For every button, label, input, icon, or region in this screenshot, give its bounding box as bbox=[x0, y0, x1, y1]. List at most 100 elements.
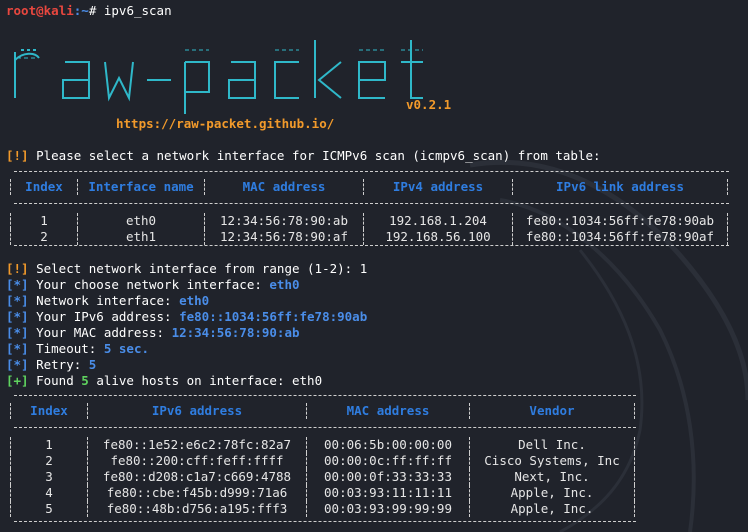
log-line: [*] Your IPv6 address: fe80::1034:56ff:f… bbox=[6, 309, 367, 325]
table-row: 1 fe80::1e52:e6c2:78fc:82a7 00:06:5b:00:… bbox=[10, 437, 635, 453]
prompt-line: root@kali:~# ipv6_scan bbox=[6, 3, 746, 19]
col-header-index: Index bbox=[10, 179, 78, 195]
select-interface-message: [!] Please select a network interface fo… bbox=[6, 148, 601, 164]
log-tag: [+] bbox=[6, 373, 29, 388]
prompt-command: ipv6_scan bbox=[96, 3, 172, 18]
log-line: [*] Network interface: eth0 bbox=[6, 293, 367, 309]
cell-vendor: Next, Inc. bbox=[469, 469, 635, 485]
cell-index: 1 bbox=[10, 213, 78, 229]
log-value: eth0 bbox=[179, 293, 210, 308]
log-tag: [*] bbox=[6, 293, 29, 308]
col-header-ipv6: IPv6 link address bbox=[512, 179, 728, 195]
cell-ipv6: fe80::1034:56ff:fe78:90af bbox=[512, 229, 728, 245]
log-text: Found bbox=[28, 373, 82, 388]
log-tag: [*] bbox=[6, 277, 29, 292]
log-text: Timeout: bbox=[28, 341, 104, 356]
log-tag: [!] bbox=[6, 261, 29, 276]
interface-table-header: Index Interface name MAC address IPv4 ad… bbox=[10, 179, 728, 195]
prompt-path: :~ bbox=[73, 3, 89, 18]
log-text: Select network interface from range (1-2… bbox=[28, 261, 368, 276]
log-line: [!] Select network interface from range … bbox=[6, 261, 367, 277]
log-tag: [*] bbox=[6, 309, 29, 324]
log-text: alive hosts on interface: bbox=[88, 373, 292, 388]
col-header-index: Index bbox=[10, 403, 88, 419]
cell-mac: 00:00:0f:33:33:33 bbox=[306, 469, 470, 485]
log-value: 12:34:56:78:90:ab bbox=[171, 325, 300, 340]
project-url: https://raw-packet.github.io/ bbox=[116, 116, 335, 131]
cell-vendor: Apple, Inc. bbox=[469, 501, 635, 517]
cell-ipv6: fe80::d208:c1a7:c669:4788 bbox=[87, 469, 307, 485]
prompt-user: root bbox=[6, 3, 37, 18]
cell-vendor: Apple, Inc. bbox=[469, 485, 635, 501]
col-header-interface: Interface name bbox=[77, 179, 205, 195]
log-lines: [!] Select network interface from range … bbox=[6, 261, 367, 389]
log-value: eth0 bbox=[269, 277, 300, 292]
cell-vendor: Dell Inc. bbox=[469, 437, 635, 453]
prompt-at: @ bbox=[36, 3, 44, 18]
col-header-mac: MAC address bbox=[306, 403, 470, 419]
log-line: [*] Your MAC address: 12:34:56:78:90:ab bbox=[6, 325, 367, 341]
cell-ipv4: 192.168.56.100 bbox=[363, 229, 513, 245]
cell-ipv6: fe80::48b:d756:a195:fff3 bbox=[87, 501, 307, 517]
cell-mac: 00:06:5b:00:00:00 bbox=[306, 437, 470, 453]
version-label: v0.2.1 bbox=[406, 97, 452, 112]
table-row: 1 eth0 12:34:56:78:90:ab 192.168.1.204 f… bbox=[10, 213, 728, 229]
log-text: Your choose network interface: bbox=[28, 277, 270, 292]
log-tag: [*] bbox=[6, 341, 29, 356]
log-value: 5 bbox=[81, 373, 89, 388]
log-line: [+] Found 5 alive hosts on interface: et… bbox=[6, 373, 367, 389]
cell-mac: 00:03:93:11:11:11 bbox=[306, 485, 470, 501]
cell-index: 3 bbox=[10, 469, 88, 485]
log-tag: [*] bbox=[6, 357, 29, 372]
cell-mac: 00:00:0c:ff:ff:ff bbox=[306, 453, 470, 469]
interface-table: Index Interface name MAC address IPv4 ad… bbox=[10, 179, 728, 245]
terminal-output: root@kali:~# ipv6_scan v0.2.1 https://ra… bbox=[6, 0, 746, 522]
log-text: Your MAC address: bbox=[28, 325, 172, 340]
select-msg-text: Please select a network interface for IC… bbox=[28, 148, 601, 163]
cell-ipv4: 192.168.1.204 bbox=[363, 213, 513, 229]
cell-index: 4 bbox=[10, 485, 88, 501]
prompt-host: kali bbox=[43, 3, 74, 18]
cell-mac: 12:34:56:78:90:ab bbox=[204, 213, 364, 229]
table-row: 2 eth1 12:34:56:78:90:af 192.168.56.100 … bbox=[10, 229, 728, 245]
cell-vendor: Cisco Systems, Inc bbox=[469, 453, 635, 469]
log-line: [*] Your choose network interface: eth0 bbox=[6, 277, 367, 293]
table1-top-rule bbox=[14, 171, 729, 172]
table-row: 4 fe80::cbe:f45b:d999:71a6 00:03:93:11:1… bbox=[10, 485, 635, 501]
log-line: [*] Retry: 5 bbox=[6, 357, 367, 373]
log-value: 5 sec. bbox=[103, 341, 149, 356]
cell-ipv6: fe80::1034:56ff:fe78:90ab bbox=[512, 213, 728, 229]
log-text: Network interface: bbox=[28, 293, 180, 308]
cell-ipv6: fe80::1e52:e6c2:78fc:82a7 bbox=[87, 437, 307, 453]
table2-top-rule bbox=[14, 395, 636, 396]
log-line: [*] Timeout: 5 sec. bbox=[6, 341, 367, 357]
table-row: 2 fe80::200:cff:feff:ffff 00:00:0c:ff:ff… bbox=[10, 453, 635, 469]
table1-bottom-rule bbox=[14, 245, 729, 246]
col-header-mac: MAC address bbox=[204, 179, 364, 195]
table-row: 5 fe80::48b:d756:a195:fff3 00:03:93:99:9… bbox=[10, 501, 635, 517]
table2-bottom-rule bbox=[14, 521, 636, 522]
cell-mac: 00:03:93:99:99:99 bbox=[306, 501, 470, 517]
cell-mac: 12:34:56:78:90:af bbox=[204, 229, 364, 245]
cell-interface: eth1 bbox=[77, 229, 205, 245]
hosts-table-header: Index IPv6 address MAC address Vendor bbox=[10, 403, 635, 419]
table-row: 3 fe80::d208:c1a7:c669:4788 00:00:0f:33:… bbox=[10, 469, 635, 485]
log-text: Retry: bbox=[28, 357, 89, 372]
cell-index: 2 bbox=[10, 229, 78, 245]
log-value: eth0 bbox=[292, 373, 323, 388]
cell-ipv6: fe80::cbe:f45b:d999:71a6 bbox=[87, 485, 307, 501]
hosts-table: Index IPv6 address MAC address Vendor 1 … bbox=[10, 403, 635, 517]
raw-packet-logo bbox=[14, 40, 423, 114]
col-header-ipv6: IPv6 address bbox=[87, 403, 307, 419]
cell-index: 2 bbox=[10, 453, 88, 469]
cell-index: 1 bbox=[10, 437, 88, 453]
col-header-vendor: Vendor bbox=[469, 403, 635, 419]
log-value: fe80::1034:56ff:fe78:90ab bbox=[179, 309, 368, 324]
cell-ipv6: fe80::200:cff:feff:ffff bbox=[87, 453, 307, 469]
cell-interface: eth0 bbox=[77, 213, 205, 229]
col-header-ipv4: IPv4 address bbox=[363, 179, 513, 195]
warning-tag: [!] bbox=[6, 148, 29, 163]
log-value: 5 bbox=[88, 357, 97, 372]
log-text: Your IPv6 address: bbox=[28, 309, 180, 324]
cell-index: 5 bbox=[10, 501, 88, 517]
